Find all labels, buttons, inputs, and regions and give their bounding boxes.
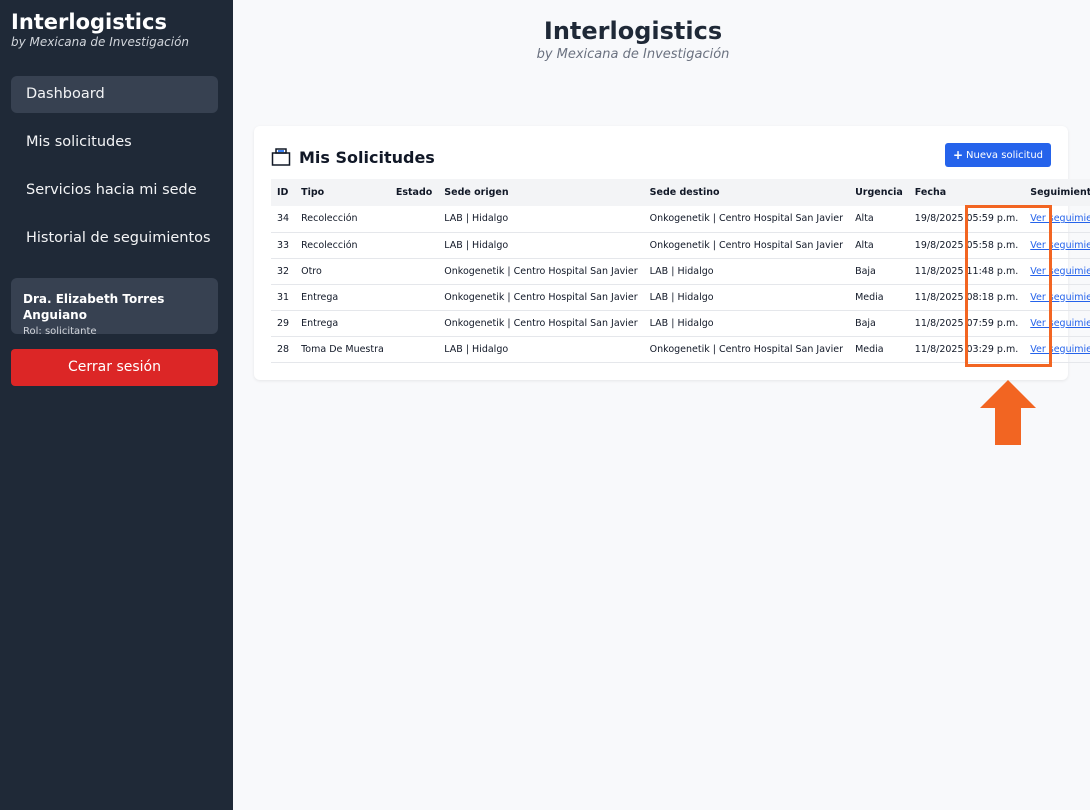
cell-urgencia: Media [855,291,884,303]
page-subtitle: by Mexicana de Investigación [536,47,730,62]
cell-destino: LAB | Hidalgo [649,265,714,277]
cell-destino: Onkogenetik | Centro Hospital San Javier [649,213,844,225]
logout-button[interactable]: Cerrar sesión [11,349,218,386]
cell-destino: LAB | Hidalgo [649,291,714,303]
cell-id: 31 [277,291,290,303]
cell-tipo: Toma De Muestra [301,343,384,355]
card-title-text: Mis Solicitudes [299,147,435,167]
sidebar-item-dashboard[interactable]: Dashboard [11,76,218,113]
user-role: Rol: solicitante [23,326,97,337]
cell-tipo: Otro [301,265,322,277]
brand-subtitle: by Mexicana de Investigación [11,35,190,49]
brand: Interlogistics by Mexicana de Investigac… [11,10,189,49]
col-estado: Estado [395,187,433,198]
col-fecha: Fecha [914,187,947,198]
up-arrow-icon [980,380,1036,445]
cell-destino: Onkogenetik | Centro Hospital San Javier [649,239,844,251]
cell-id: 28 [277,343,290,355]
table-header-row: ID Tipo Estado Sede origen Sede destino … [271,179,1090,206]
cell-origen: Onkogenetik | Centro Hospital San Javier [444,317,638,329]
sidebar-item-mis-solicitudes[interactable]: Mis solicitudes [11,124,218,161]
cell-id: 33 [277,239,290,251]
col-urgencia: Urgencia [855,187,903,198]
new-request-button[interactable]: + Nueva solicitud [945,143,1051,167]
seguimiento-highlight-box [965,205,1052,367]
col-id: ID [277,187,289,198]
cell-tipo: Recolección [301,239,358,251]
sidebar-item-servicios[interactable]: Servicios hacia mi sede [11,172,218,209]
cell-origen: Onkogenetik | Centro Hospital San Javier [444,291,638,303]
cell-id: 32 [277,265,290,277]
user-name: Dra. Elizabeth Torres Anguiano [23,292,165,322]
col-seguimiento: Seguimiento [1030,187,1090,198]
cell-urgencia: Media [855,343,884,355]
user-card: Dra. Elizabeth Torres Anguiano Rol: soli… [11,278,218,337]
cell-origen: LAB | Hidalgo [444,239,509,251]
cell-estado [390,232,438,258]
cell-id: 34 [277,213,290,225]
cell-id: 29 [277,317,290,329]
cell-urgencia: Alta [855,239,874,251]
page-header: Interlogistics by Mexicana de Investigac… [233,16,1033,64]
cell-urgencia: Baja [855,317,876,329]
cell-estado [390,258,438,284]
cell-tipo: Entrega [301,291,339,303]
col-tipo: Tipo [301,187,325,198]
brand-title: Interlogistics [11,10,167,34]
cell-estado [390,206,438,232]
cell-tipo: Entrega [301,317,339,329]
card-title: Mis Solicitudes [271,146,435,168]
box-icon [271,148,291,166]
solicitudes-card: Mis Solicitudes + Nueva solicitud ID Tip… [254,126,1090,380]
cell-origen: Onkogenetik | Centro Hospital San Javier [444,265,638,277]
cell-origen: LAB | Hidalgo [444,343,509,355]
cell-urgencia: Alta [855,213,874,225]
cell-destino: LAB | Hidalgo [649,317,714,329]
col-sede-destino: Sede destino [649,187,720,198]
cell-destino: Onkogenetik | Centro Hospital San Javier [649,343,844,355]
plus-icon: + [952,148,964,162]
page-title: Interlogistics [543,17,723,45]
cell-estado [390,336,438,362]
cell-tipo: Recolección [301,213,358,225]
cell-estado [390,284,438,310]
sidebar-item-historial[interactable]: Historial de seguimientos [11,220,218,257]
col-sede-origen: Sede origen [444,187,509,198]
new-request-label: Nueva solicitud [966,149,1044,161]
cell-estado [390,310,438,336]
sidebar: Interlogistics by Mexicana de Investigac… [0,0,233,810]
cell-urgencia: Baja [855,265,876,277]
cell-origen: LAB | Hidalgo [444,213,509,225]
